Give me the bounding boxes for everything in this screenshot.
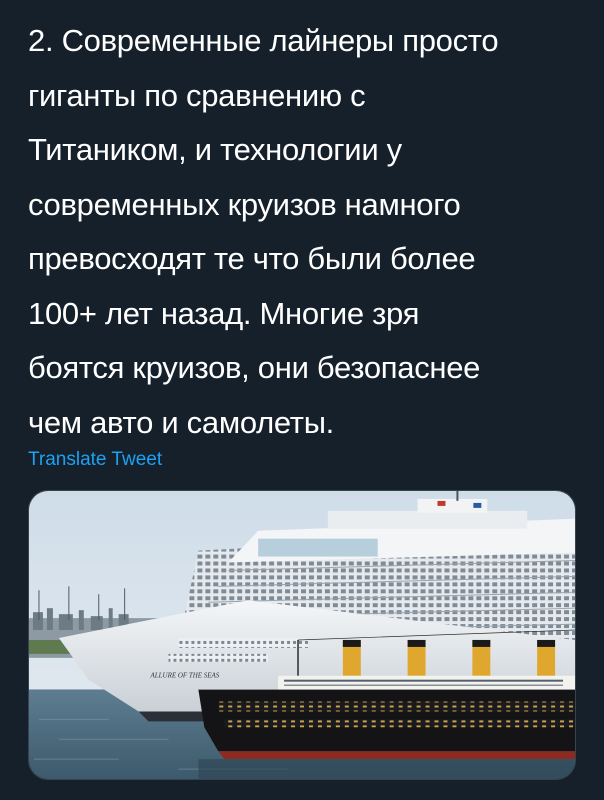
tweet-text-line: превосходят те что были более <box>28 241 476 276</box>
tweet-text-line: 2. Современные лайнеры просто <box>28 23 499 58</box>
tweet-text-line: современных круизов намного <box>28 186 461 222</box>
tweet-media-image[interactable]: ALLURE OF THE SEAS <box>28 490 576 780</box>
tweet-text-line: боятся круизов, они безопаснее <box>28 350 481 385</box>
tweet-text-line: чем авто и самолеты. <box>28 404 334 440</box>
tweet-text-line: 100+ лет назад. Многие зря <box>28 295 420 331</box>
tweet-text: 2. Современные лайнеры просто гиганты по… <box>28 14 588 450</box>
tweet-text-line: Титаником, и технологии у <box>28 132 402 167</box>
translate-tweet-link[interactable]: Translate Tweet <box>28 449 162 471</box>
ship-hull-name: ALLURE OF THE SEAS <box>150 672 220 680</box>
cruise-ships-photo: ALLURE OF THE SEAS <box>29 491 575 779</box>
tweet-text-line: гиганты по сравнению с <box>28 77 366 113</box>
